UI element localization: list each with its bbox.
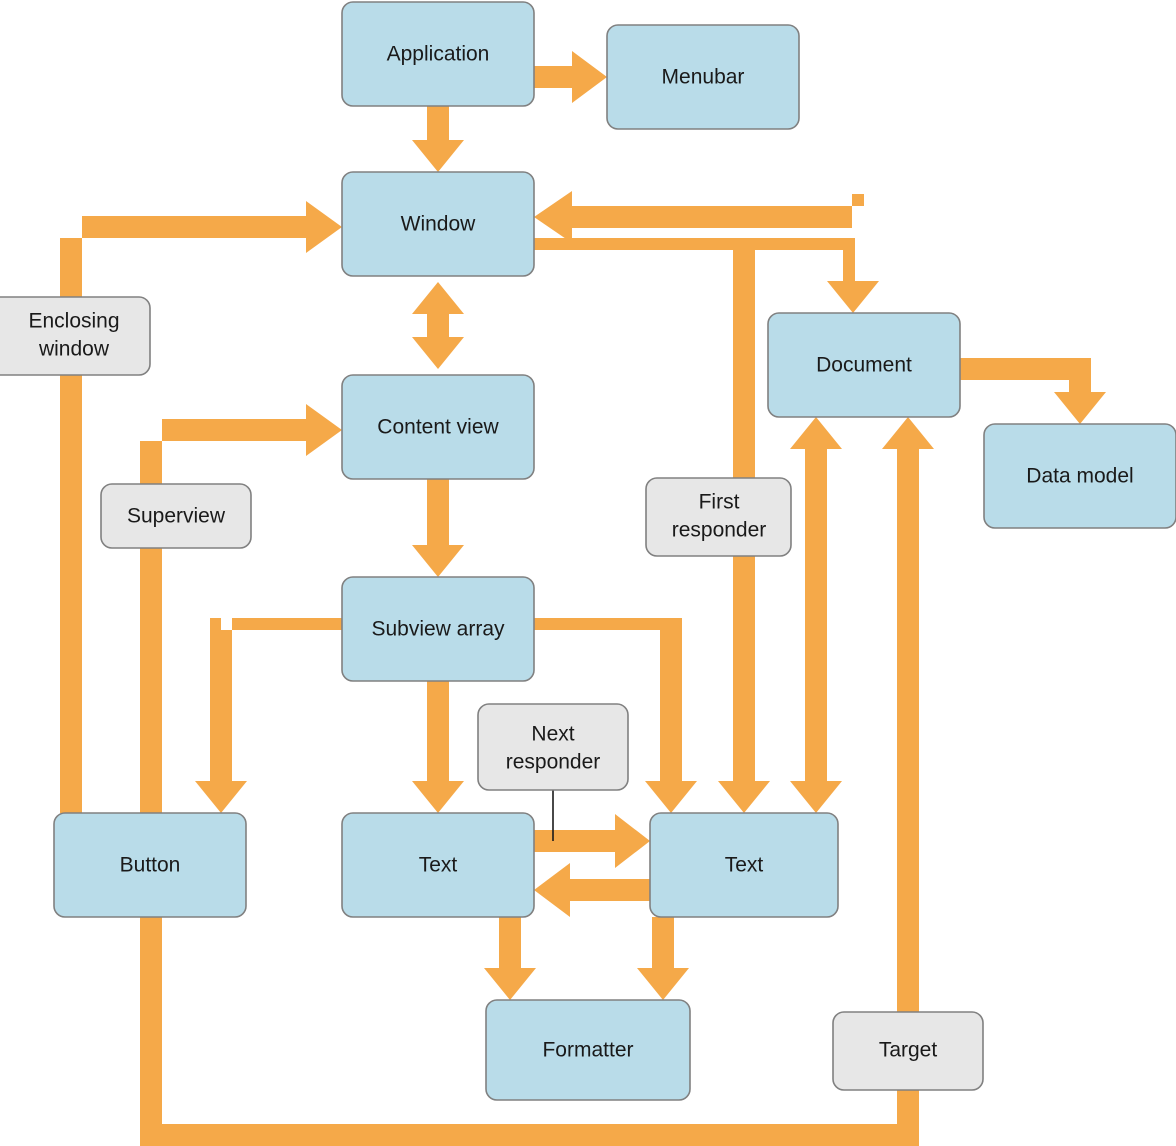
node-text-left[interactable]: Text — [341, 812, 535, 918]
node-target-box[interactable] — [832, 1011, 984, 1091]
object-node-layer: Application Menubar Window Content view … — [53, 1, 1176, 1101]
node-data-model[interactable]: Data model — [983, 423, 1176, 529]
edge-text-right-to-formatter — [637, 917, 689, 1000]
node-window-box[interactable] — [341, 171, 535, 277]
node-text-right[interactable]: Text — [649, 812, 839, 918]
node-content-view-box[interactable] — [341, 374, 535, 480]
node-first-responder-box[interactable] — [645, 477, 792, 557]
node-enclosing-window-box[interactable] — [0, 296, 151, 376]
node-superview-box[interactable] — [100, 483, 252, 549]
node-superview[interactable]: Superview — [100, 483, 252, 549]
node-subview-array-box[interactable] — [341, 576, 535, 682]
edge-document-to-data-model — [960, 358, 1106, 424]
diagram-canvas: Application Menubar Window Content view … — [0, 0, 1176, 1146]
edge-content-view-to-subview-array — [412, 479, 464, 577]
node-menubar[interactable]: Menubar — [606, 24, 800, 130]
node-target[interactable]: Target — [832, 1011, 984, 1091]
node-next-responder[interactable]: Next responder — [477, 703, 629, 791]
node-window[interactable]: Window — [341, 171, 535, 277]
edge-text-left-to-text-right — [534, 814, 650, 917]
node-formatter[interactable]: Formatter — [485, 999, 691, 1101]
edge-document-to-text-right — [790, 417, 842, 813]
edge-text-left-to-formatter — [484, 917, 536, 1000]
node-application[interactable]: Application — [341, 1, 535, 107]
node-button[interactable]: Button — [53, 812, 247, 918]
edge-application-to-menubar — [534, 51, 607, 103]
node-data-model-box[interactable] — [983, 423, 1176, 529]
node-enclosing-window[interactable]: Enclosing window — [0, 296, 151, 376]
node-next-responder-box[interactable] — [477, 703, 629, 791]
node-button-box[interactable] — [53, 812, 247, 918]
node-text-left-box[interactable] — [341, 812, 535, 918]
edge-subview-array-to-button — [195, 618, 342, 813]
node-document-box[interactable] — [767, 312, 961, 418]
node-document[interactable]: Document — [767, 312, 961, 418]
edge-window-to-content-view — [412, 282, 464, 369]
node-menubar-box[interactable] — [606, 24, 800, 130]
connector-layer — [60, 51, 1106, 1146]
node-text-right-box[interactable] — [649, 812, 839, 918]
edge-document-to-window — [534, 191, 864, 243]
edge-button-to-content-view — [140, 404, 342, 813]
edge-application-to-window — [412, 106, 464, 172]
object-graph-diagram: Application Menubar Window Content view … — [0, 1, 1176, 1146]
node-first-responder[interactable]: First responder — [645, 477, 792, 557]
edge-subview-array-to-text-left — [412, 681, 464, 813]
node-subview-array[interactable]: Subview array — [341, 576, 535, 682]
node-formatter-box[interactable] — [485, 999, 691, 1101]
node-content-view[interactable]: Content view — [341, 374, 535, 480]
node-application-box[interactable] — [341, 1, 535, 107]
